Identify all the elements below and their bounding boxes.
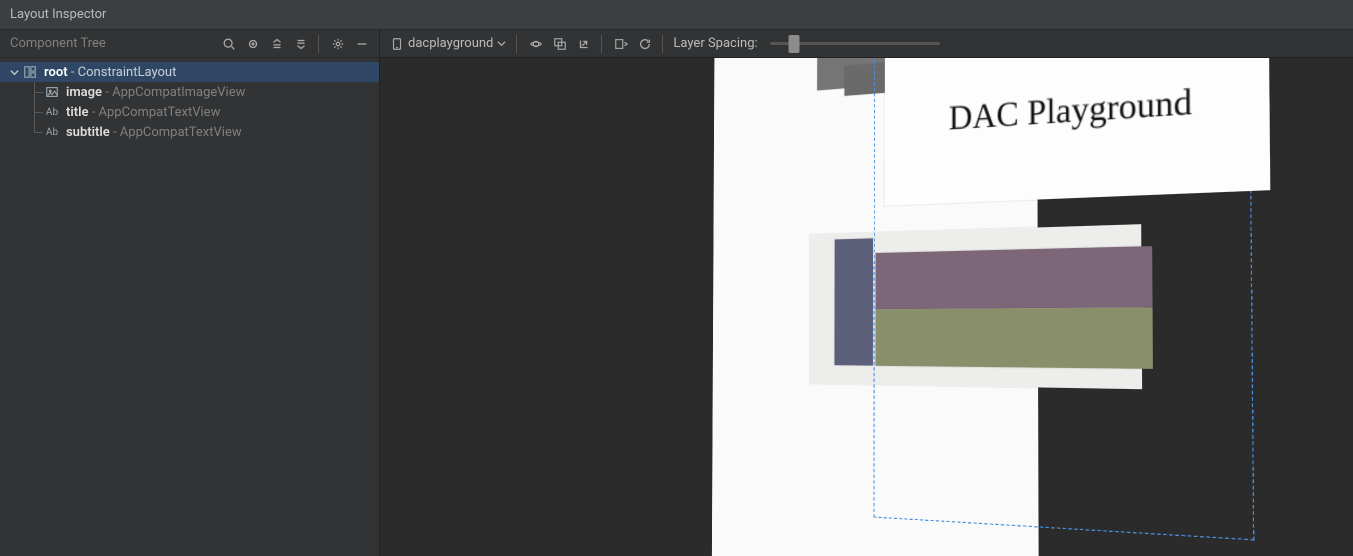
node-type: - AppCompatTextView [110,125,242,140]
layer-spacing-label: Layer Spacing: [673,36,757,51]
component-tree-title: Component Tree [10,36,106,51]
separator [601,35,602,53]
layer-spacing-slider[interactable] [770,34,940,54]
show-borders-icon[interactable] [525,33,547,55]
filter-icon[interactable] [242,33,264,55]
text-icon: Ab [44,104,60,120]
app-selector-label: dacplayground [408,36,493,51]
minimize-icon[interactable] [351,33,373,55]
tree-connector [26,82,44,102]
window-titlebar: Layout Inspector [0,0,1353,30]
refresh-icon[interactable] [634,33,656,55]
tree-node-image[interactable]: image - AppCompatImageView [0,82,379,102]
caret-down-icon[interactable] [8,66,20,78]
node-name: root [44,65,68,80]
window-title: Layout Inspector [10,7,106,22]
node-type: - ConstraintLayout [68,65,177,80]
tree-node-subtitle[interactable]: Ab subtitle - AppCompatTextView [0,122,379,142]
export-icon[interactable] [573,33,595,55]
search-icon[interactable] [218,33,240,55]
separator [318,35,319,53]
expand-all-icon[interactable] [266,33,288,55]
component-tree: root - ConstraintLayout image - AppCompa… [0,58,379,146]
collapse-all-icon[interactable] [290,33,312,55]
tree-node-title[interactable]: Ab title - AppCompatTextView [0,102,379,122]
overlay-icon[interactable] [549,33,571,55]
node-type: - AppCompatTextView [88,105,220,120]
separator [662,35,663,53]
tree-connector [26,102,44,122]
component-tree-panel: Component Tree [0,30,380,556]
component-tree-header: Component Tree [0,30,379,58]
device-icon [390,37,404,51]
text-icon: Ab [44,124,60,140]
viewer-toolbar: dacplayground Layer Sp [380,30,1353,58]
tree-connector [26,122,44,142]
separator [516,35,517,53]
image-icon [44,84,60,100]
preview-title-text: DAC Playground [948,81,1191,138]
layer-image[interactable] [834,238,873,365]
settings-icon[interactable] [327,33,349,55]
node-name: title [66,105,88,120]
node-type: - AppCompatImageView [102,85,245,100]
slider-thumb[interactable] [788,35,799,53]
chevron-down-icon [497,39,506,48]
app-selector[interactable]: dacplayground [386,33,510,55]
node-name: image [66,85,102,100]
live-updates-icon[interactable] [610,33,632,55]
node-name: subtitle [66,125,110,140]
layer-title-text[interactable]: DAC Playground [884,58,1269,206]
layout-icon [22,64,38,80]
layout-3d-viewport[interactable]: DAC Playground [380,58,1353,556]
tree-node-root[interactable]: root - ConstraintLayout [0,62,379,82]
